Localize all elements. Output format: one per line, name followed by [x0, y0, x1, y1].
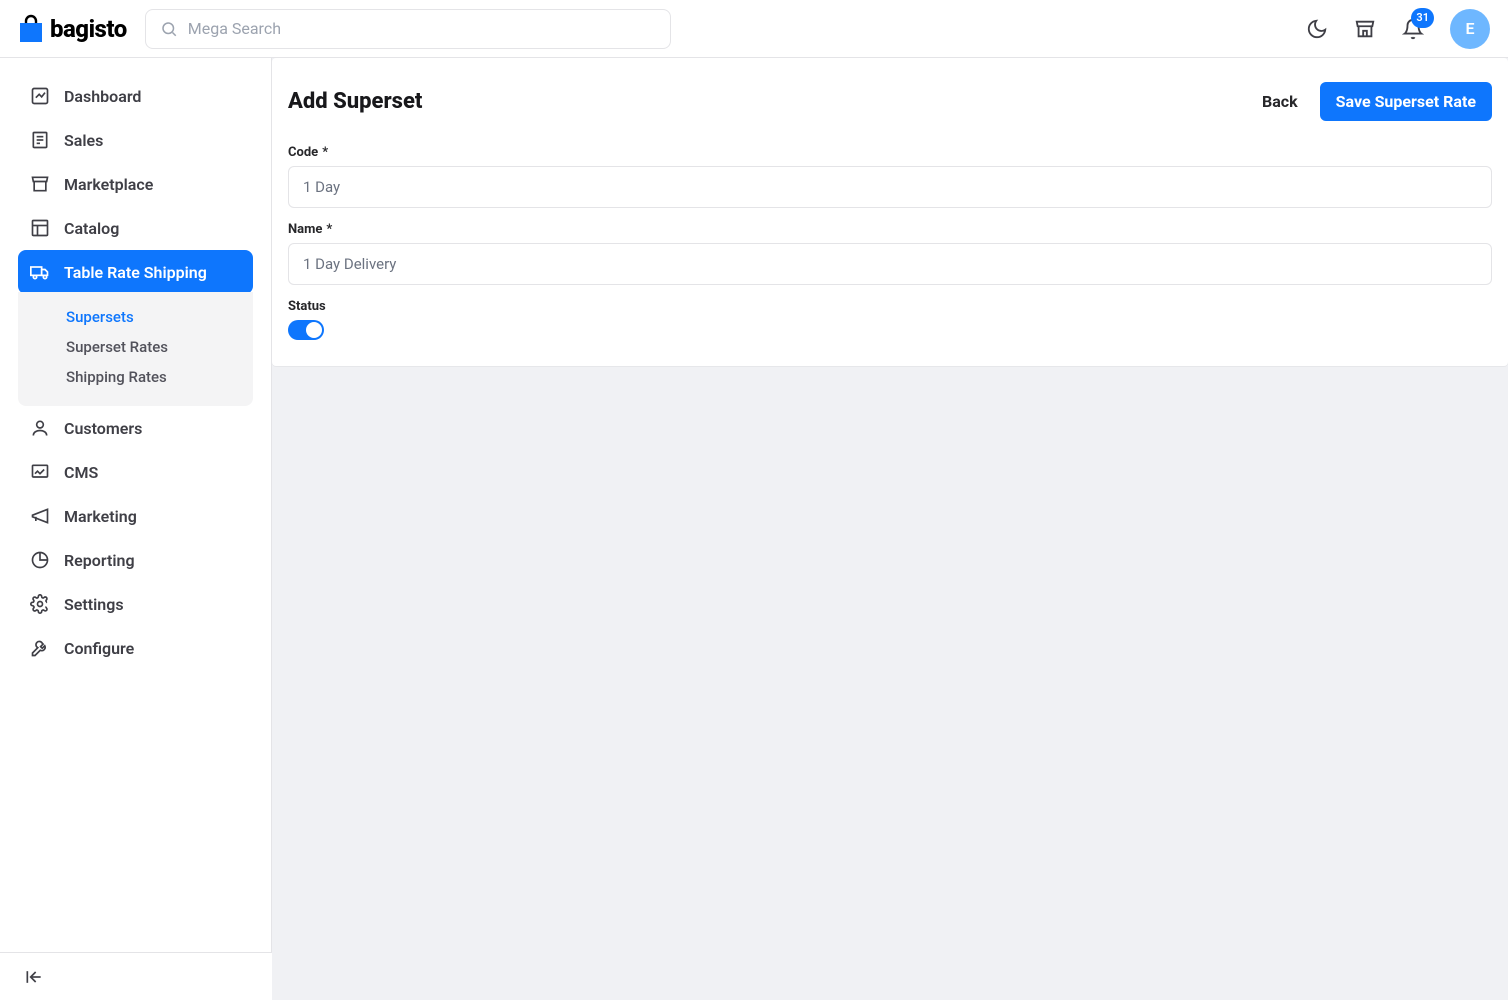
topbar: bagisto 31 E	[0, 0, 1508, 58]
subnav-supersets[interactable]: Supersets	[18, 302, 253, 332]
store-icon[interactable]	[1354, 18, 1376, 40]
sidebar-item-label: Settings	[64, 595, 124, 614]
brand-logo[interactable]: bagisto	[18, 14, 127, 44]
sidebar-item-label: Customers	[64, 419, 142, 438]
sidebar-item-cms[interactable]: CMS	[18, 450, 253, 494]
customers-icon	[30, 418, 50, 438]
sidebar-item-sales[interactable]: Sales	[18, 118, 253, 162]
sidebar-item-settings[interactable]: Settings	[18, 582, 253, 626]
field-status: Status	[288, 299, 1492, 340]
required-mark: *	[326, 222, 332, 237]
sidebar-item-label: Marketplace	[64, 175, 153, 194]
sidebar-item-label: Marketing	[64, 507, 137, 526]
search-icon	[160, 20, 178, 38]
field-code: Code *	[288, 145, 1492, 208]
sidebar-item-label: CMS	[64, 463, 98, 482]
page-title: Add Superset	[288, 89, 422, 114]
topbar-actions: 31 E	[1306, 9, 1490, 49]
bell-icon[interactable]: 31	[1402, 18, 1424, 40]
avatar[interactable]: E	[1450, 9, 1490, 49]
required-mark: *	[322, 145, 328, 160]
sidebar-item-catalog[interactable]: Catalog	[18, 206, 253, 250]
marketplace-icon	[30, 174, 50, 194]
back-link[interactable]: Back	[1262, 92, 1298, 111]
sidebar-collapse-button[interactable]	[0, 952, 272, 1000]
sidebar-item-customers[interactable]: Customers	[18, 406, 253, 450]
sidebar-item-marketing[interactable]: Marketing	[18, 494, 253, 538]
name-input[interactable]	[288, 243, 1492, 285]
reporting-icon	[30, 550, 50, 570]
bag-icon	[18, 14, 44, 44]
name-label: Name	[288, 222, 322, 237]
sidebar-item-reporting[interactable]: Reporting	[18, 538, 253, 582]
code-input[interactable]	[288, 166, 1492, 208]
cms-icon	[30, 462, 50, 482]
dark-mode-icon[interactable]	[1306, 18, 1328, 40]
sidebar-item-label: Table Rate Shipping	[64, 263, 207, 282]
configure-icon	[30, 638, 50, 658]
settings-icon	[30, 594, 50, 614]
toggle-knob	[306, 322, 322, 338]
sidebar: Dashboard Sales Marketplace Catalog Tabl…	[0, 58, 272, 1000]
status-toggle[interactable]	[288, 320, 324, 340]
sidebar-subnav: Supersets Superset Rates Shipping Rates	[18, 292, 253, 406]
sidebar-item-dashboard[interactable]: Dashboard	[18, 74, 253, 118]
sidebar-item-label: Catalog	[64, 219, 119, 238]
sidebar-item-label: Dashboard	[64, 87, 141, 106]
code-label: Code	[288, 145, 318, 160]
catalog-icon	[30, 218, 50, 238]
avatar-initial: E	[1465, 19, 1474, 38]
main-content: Add Superset Back Save Superset Rate Cod…	[272, 58, 1508, 1000]
mega-search[interactable]	[145, 9, 671, 49]
marketing-icon	[30, 506, 50, 526]
collapse-icon	[24, 967, 44, 987]
sidebar-item-table-rate-shipping[interactable]: Table Rate Shipping	[18, 250, 253, 294]
form-card: Add Superset Back Save Superset Rate Cod…	[272, 58, 1508, 366]
search-input[interactable]	[188, 19, 656, 38]
sidebar-item-configure[interactable]: Configure	[18, 626, 253, 670]
subnav-shipping-rates[interactable]: Shipping Rates	[18, 362, 253, 392]
sidebar-item-label: Reporting	[64, 551, 135, 570]
sidebar-item-label: Configure	[64, 639, 134, 658]
field-name: Name *	[288, 222, 1492, 285]
save-button[interactable]: Save Superset Rate	[1320, 82, 1492, 121]
sidebar-item-marketplace[interactable]: Marketplace	[18, 162, 253, 206]
subnav-superset-rates[interactable]: Superset Rates	[18, 332, 253, 362]
status-label: Status	[288, 299, 326, 314]
shipping-icon	[30, 262, 50, 282]
dashboard-icon	[30, 86, 50, 106]
sidebar-item-label: Sales	[64, 131, 103, 150]
sales-icon	[30, 130, 50, 150]
brand-name: bagisto	[50, 15, 127, 43]
notification-badge: 31	[1411, 8, 1434, 28]
